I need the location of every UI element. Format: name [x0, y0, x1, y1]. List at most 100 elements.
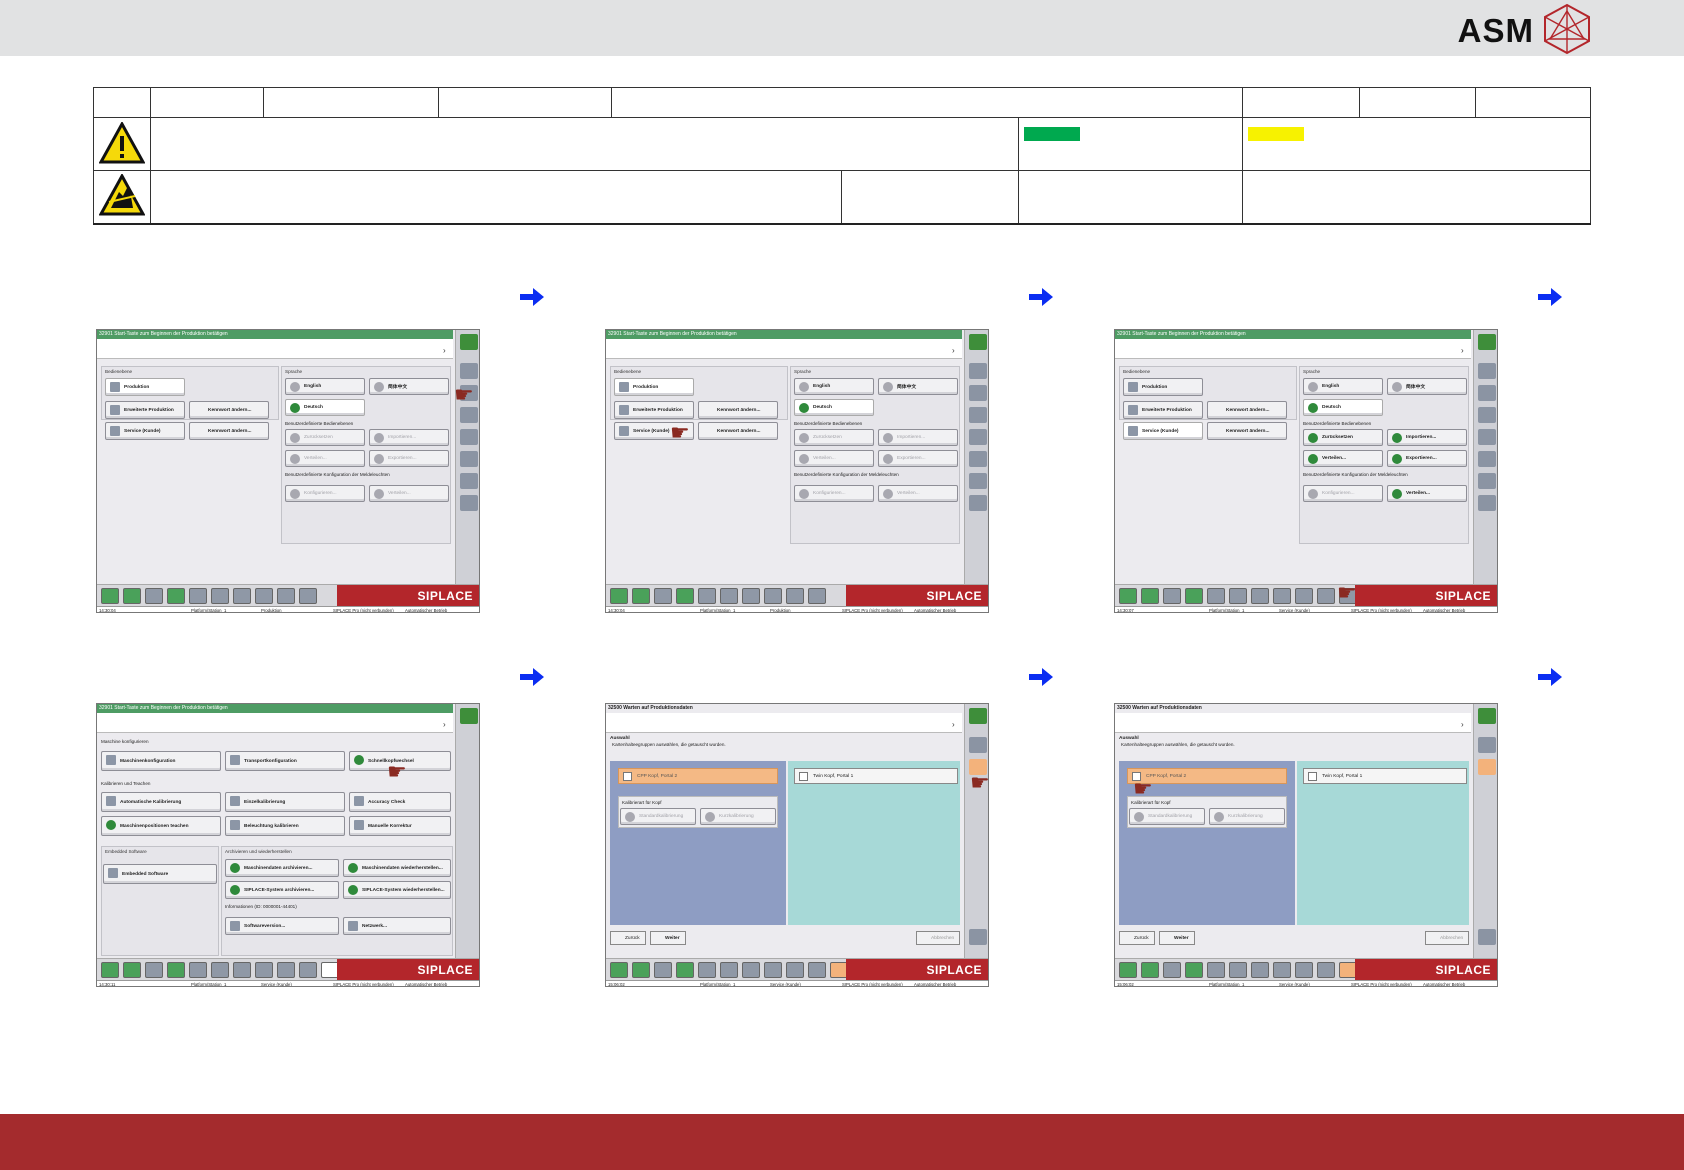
taskbar-icon[interactable]	[1185, 588, 1203, 604]
taskbar-icon[interactable]	[808, 588, 826, 604]
standardkalibrierung-option[interactable]: Standardkalibrierung	[1129, 808, 1205, 825]
taskbar-icon[interactable]	[145, 962, 163, 978]
beleuchtung-button[interactable]: Beleuchtung kalibrieren	[225, 816, 345, 836]
taskbar-icon[interactable]	[1317, 588, 1335, 604]
taskbar-icon[interactable]	[1207, 962, 1225, 978]
info-icon[interactable]	[969, 334, 987, 350]
verteilen-button[interactable]: Verteilen...	[285, 450, 365, 467]
taskbar-icon[interactable]	[720, 962, 738, 978]
taskbar-icon[interactable]	[1119, 588, 1137, 604]
rail-icon[interactable]	[1478, 473, 1496, 489]
exit-icon[interactable]	[1478, 929, 1496, 945]
verteilen-button[interactable]: Verteilen...	[794, 450, 874, 467]
chevron-right-icon[interactable]: ›	[1461, 346, 1464, 355]
rail-icon[interactable]	[1478, 451, 1496, 467]
taskbar-icon[interactable]	[632, 962, 650, 978]
rail-icon[interactable]	[460, 363, 478, 379]
taskbar-icon[interactable]	[610, 588, 628, 604]
taskbar-icon[interactable]	[786, 588, 804, 604]
autokal-button[interactable]: Automatische Kalibrierung	[101, 792, 221, 812]
mdaten-archivieren-button[interactable]: Maschinendaten archivieren...	[225, 859, 339, 877]
weiter-button[interactable]: Weiter	[650, 931, 686, 945]
taskbar-icon[interactable]	[676, 962, 694, 978]
taskbar-icon[interactable]	[698, 962, 716, 978]
taskbar-icon[interactable]	[299, 962, 317, 978]
taskbar-icon[interactable]	[1251, 962, 1269, 978]
konfigurieren-button[interactable]: Konfigurieren...	[794, 485, 874, 502]
weiter-button[interactable]: Weiter	[1159, 931, 1195, 945]
erweiterte-produktion-button[interactable]: Erweiterte Produktion	[105, 401, 185, 419]
taskbar-icon[interactable]	[145, 588, 163, 604]
rail-icon[interactable]	[1478, 363, 1496, 379]
chevron-right-icon[interactable]: ›	[952, 346, 955, 355]
kurzkalibrierung-option[interactable]: Kurzkalibrierung	[700, 808, 776, 825]
exportieren-button[interactable]: Exportieren...	[1387, 450, 1467, 467]
taskbar-icon[interactable]	[211, 962, 229, 978]
rail-icon[interactable]	[1478, 737, 1496, 753]
taskbar-icon[interactable]	[742, 588, 760, 604]
chevron-right-icon[interactable]: ›	[952, 720, 955, 729]
chevron-right-icon[interactable]: ›	[443, 720, 446, 729]
maschinenkonfiguration-button[interactable]: Maschinenkonfiguration	[101, 751, 221, 771]
deutsch-button[interactable]: Deutsch	[794, 399, 874, 416]
taskbar-icon[interactable]	[1295, 588, 1313, 604]
english-button[interactable]: English	[285, 378, 365, 395]
rail-icon[interactable]	[1478, 407, 1496, 423]
info-icon[interactable]	[460, 708, 478, 724]
zurueck-button[interactable]: Zurück	[1119, 931, 1155, 945]
taskbar-icon[interactable]	[167, 962, 185, 978]
taskbar-icon[interactable]	[123, 962, 141, 978]
importieren-button[interactable]: Importieren...	[1387, 429, 1467, 446]
exportieren-button[interactable]: Exportieren...	[878, 450, 958, 467]
taskbar-icon[interactable]	[277, 588, 295, 604]
taskbar-icon[interactable]	[764, 962, 782, 978]
chevron-right-icon[interactable]: ›	[1461, 720, 1464, 729]
taskbar-icon[interactable]	[123, 588, 141, 604]
service-kunde-button[interactable]: Service (Kunde)	[105, 422, 185, 440]
taskbar-icon[interactable]	[632, 588, 650, 604]
standardkalibrierung-option[interactable]: Standardkalibrierung	[620, 808, 696, 825]
kennwort-button[interactable]: Kennwort ändern...	[189, 401, 269, 419]
abbrechen-button[interactable]: Abbrechen	[916, 931, 960, 945]
taskbar-icon[interactable]	[654, 962, 672, 978]
taskbar-icon[interactable]	[211, 588, 229, 604]
verteilen-button[interactable]: Verteilen...	[1387, 485, 1467, 502]
taskbar-icon[interactable]	[101, 588, 119, 604]
zurueck-button[interactable]: Zurück	[610, 931, 646, 945]
taskbar-icon[interactable]	[698, 588, 716, 604]
rail-icon[interactable]	[969, 429, 987, 445]
manuelle-korrektur-button[interactable]: Manuelle Korrektur	[349, 816, 451, 836]
zuruecksetzen-button[interactable]: Zurücksetzen	[285, 429, 365, 446]
rail-icon[interactable]	[460, 473, 478, 489]
taskbar-icon[interactable]	[189, 588, 207, 604]
taskbar-icon[interactable]	[764, 588, 782, 604]
users-icon[interactable]	[1478, 385, 1496, 401]
taskbar-icon[interactable]	[299, 588, 317, 604]
taskbar-icon[interactable]	[1163, 588, 1181, 604]
erweiterte-produktion-button[interactable]: Erweiterte Produktion	[614, 401, 694, 419]
head-change-icon[interactable]	[1478, 759, 1496, 775]
service-kunde-button[interactable]: Service (Kunde)	[1123, 422, 1203, 440]
kennwort-button[interactable]: Kennwort ändern...	[189, 422, 269, 440]
taskbar-icon[interactable]	[1141, 588, 1159, 604]
cpp-kopf-checkbox[interactable]: CPP Kopf, Portal 2	[618, 768, 778, 784]
kennwort-button[interactable]: Kennwort ändern...	[698, 401, 778, 419]
rail-icon[interactable]	[969, 495, 987, 511]
taskbar-icon[interactable]	[255, 588, 273, 604]
positionen-teachen-button[interactable]: Maschinenpositionen teachen	[101, 816, 221, 836]
taskbar-icon[interactable]	[1273, 962, 1291, 978]
users-icon[interactable]	[969, 385, 987, 401]
twin-kopf-checkbox[interactable]: Twin Kopf, Portal 1	[1303, 768, 1467, 784]
taskbar-icon[interactable]	[676, 588, 694, 604]
taskbar-icon[interactable]	[786, 962, 804, 978]
info-icon[interactable]	[460, 334, 478, 350]
chinese-button[interactable]: 简体中文	[1387, 378, 1467, 395]
produktion-button[interactable]: Produktion	[1123, 378, 1203, 396]
rail-icon[interactable]	[969, 473, 987, 489]
taskbar-icon[interactable]	[189, 962, 207, 978]
taskbar-icon[interactable]	[101, 962, 119, 978]
taskbar-icon[interactable]	[233, 588, 251, 604]
chinese-button[interactable]: 简体中文	[369, 378, 449, 395]
einzelkal-button[interactable]: Einzelkalibrierung	[225, 792, 345, 812]
rail-icon[interactable]	[969, 737, 987, 753]
